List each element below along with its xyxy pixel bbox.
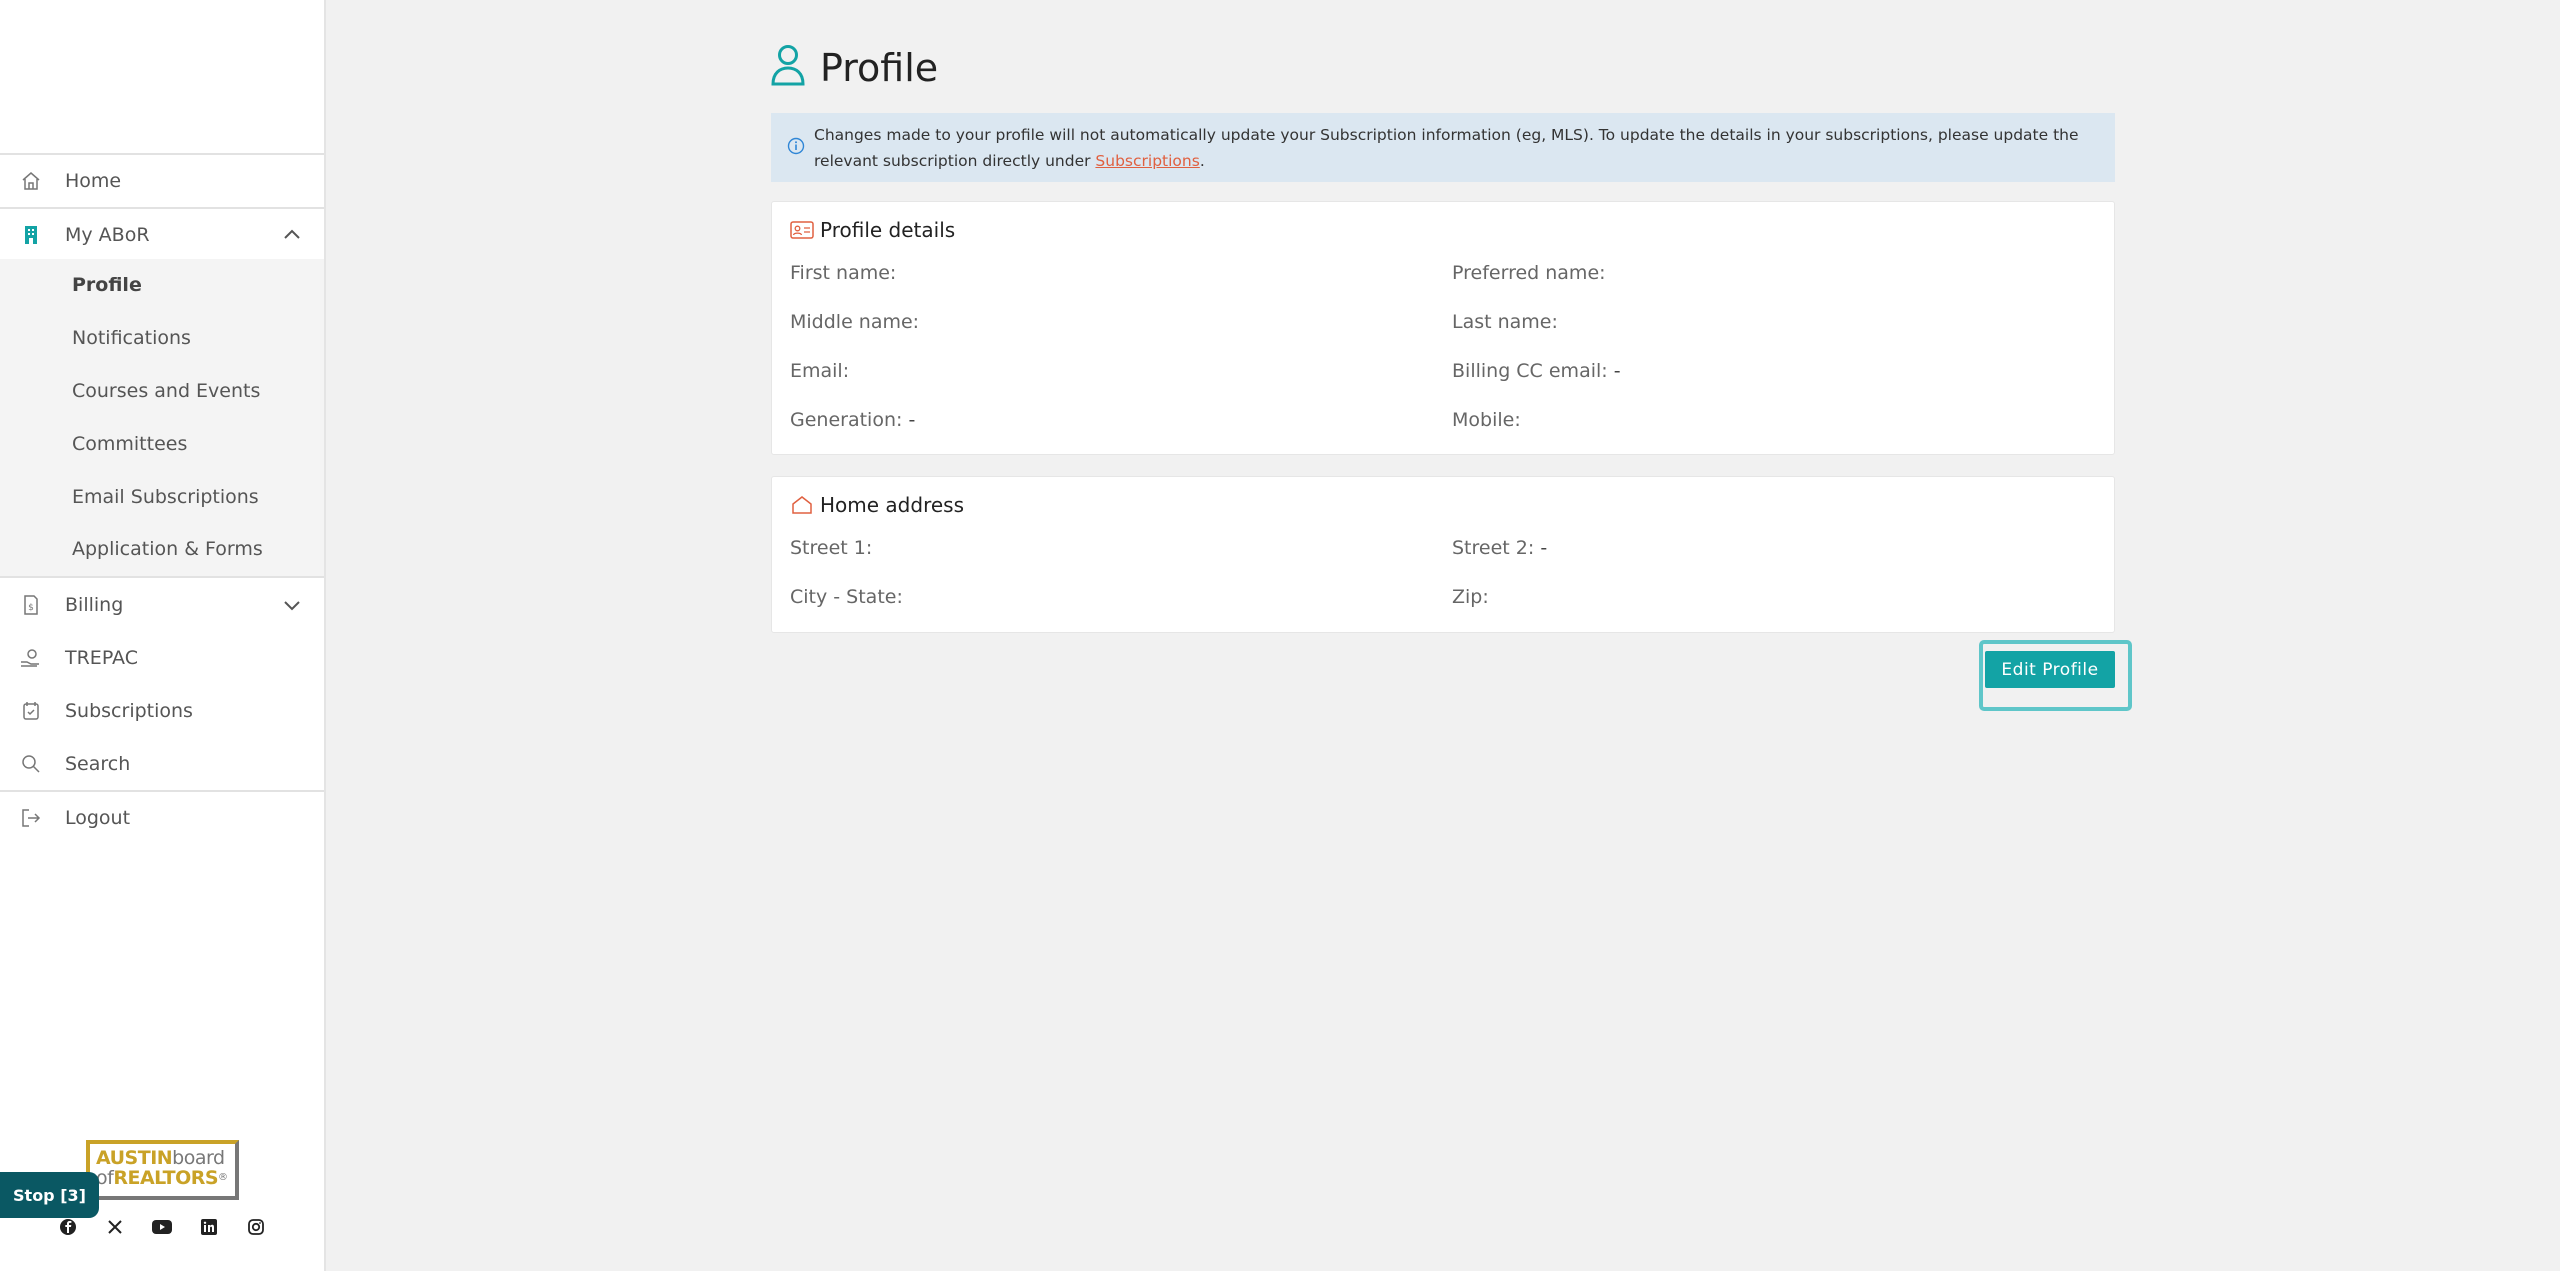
sidebar-item-subscriptions[interactable]: Subscriptions [0,684,324,737]
sidebar-item-label: Subscriptions [65,699,193,722]
submenu-item-email-subscriptions[interactable]: Email Subscriptions [72,486,259,508]
submenu-item-committees[interactable]: Committees [72,433,187,455]
billing-cc-email-field: Billing CC email: - [1452,360,1621,382]
mobile-field: Mobile: [1452,409,1521,431]
social-links [56,1215,276,1241]
sidebar-item-label: My ABoR [65,223,150,246]
sidebar-item-search[interactable]: Search [0,737,324,790]
building-icon [20,224,42,246]
instagram-icon[interactable] [244,1215,268,1239]
submenu-item-application-forms[interactable]: Application & Forms [72,538,263,560]
info-alert: Changes made to your profile will not au… [771,113,2115,182]
last-name-field: Last name: [1452,311,1558,333]
sidebar-item-my-abor[interactable]: My ABoR [0,208,324,261]
austin-board-of-realtors-logo[interactable]: AUSTINboard ofREALTORS® [86,1140,239,1200]
edit-profile-button[interactable]: Edit Profile [1985,651,2115,688]
city-state-field: City - State: [790,586,903,608]
card-header: Profile details [790,216,955,244]
submenu-item-notifications[interactable]: Notifications [72,327,191,349]
page-title: Profile [820,46,939,90]
zip-field: Zip: [1452,586,1489,608]
email-field: Email: [790,360,850,382]
stop-button[interactable]: Stop [3] [0,1172,99,1218]
x-icon[interactable] [103,1215,127,1239]
street-1-field: Street 1: [790,537,873,559]
info-icon [787,137,805,155]
hand-coin-icon [20,647,42,669]
youtube-icon[interactable] [150,1215,174,1239]
sidebar-item-billing[interactable]: $ Billing [0,578,324,631]
subscriptions-link[interactable]: Subscriptions [1095,152,1199,170]
id-card-icon [790,221,814,239]
card-title: Profile details [820,218,956,242]
sidebar: Home My ABoR Profile Notifications Cours… [0,0,326,1271]
submenu [0,259,324,576]
linkedin-icon[interactable] [197,1215,221,1239]
chevron-up-icon [284,229,300,239]
submenu-item-courses-events[interactable]: Courses and Events [72,380,260,402]
sidebar-item-label: TREPAC [65,646,138,669]
sidebar-item-label: Search [65,752,131,775]
sidebar-item-logout[interactable]: Logout [0,791,324,844]
street-2-field: Street 2: - [1452,537,1548,559]
user-icon [771,45,805,86]
generation-field: Generation: - [790,409,916,431]
home-address-card: Home address Street 1: Street 2: - City … [771,476,2115,633]
facebook-icon[interactable] [56,1215,80,1239]
sidebar-item-label: Logout [65,806,131,829]
first-name-field: First name: [790,262,897,284]
card-title: Home address [820,493,964,517]
sidebar-item-home[interactable]: Home [0,154,324,207]
chevron-down-icon [284,600,300,610]
preferred-name-field: Preferred name: [1452,262,1606,284]
submenu-item-profile[interactable]: Profile [72,274,142,296]
profile-details-card: Profile details First name: Preferred na… [771,201,2115,455]
house-icon [792,496,812,514]
search-icon [20,753,42,775]
sidebar-item-trepac[interactable]: TREPAC [0,631,324,684]
invoice-icon: $ [20,594,42,616]
calendar-check-icon [20,700,42,722]
sidebar-item-label: Billing [65,593,124,616]
sidebar-item-label: Home [65,169,122,192]
home-icon [20,170,42,192]
middle-name-field: Middle name: [790,311,920,333]
card-header: Home address [790,491,964,519]
alert-text: Changes made to your profile will not au… [814,126,2079,170]
logout-icon [20,807,42,829]
svg-text:$: $ [28,603,34,613]
